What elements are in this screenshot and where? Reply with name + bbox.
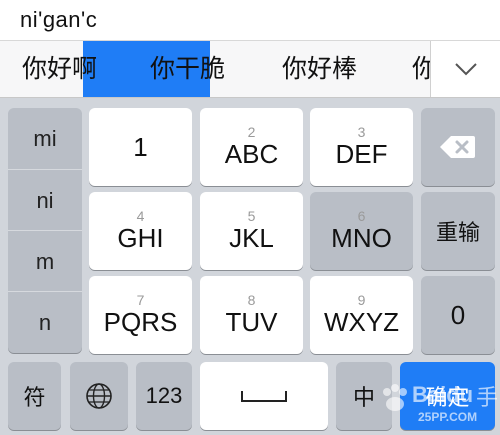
key-letters: DEF — [335, 139, 388, 169]
space-icon — [241, 391, 287, 402]
candidate-item[interactable]: 你好啊 — [22, 41, 97, 97]
key-5[interactable]: 5 JKL — [200, 192, 303, 270]
pinyin-option[interactable]: mi — [8, 108, 82, 169]
key-digit: 3 — [357, 124, 366, 140]
language-label: 中 — [352, 386, 375, 411]
globe-icon — [86, 383, 112, 409]
key-letters: PQRS — [103, 307, 178, 337]
key-digit: 6 — [357, 208, 366, 224]
key-letters: MNO — [331, 223, 392, 253]
key-6[interactable]: 6 MNO — [310, 192, 413, 270]
key-letters: 0 — [450, 300, 466, 330]
key-9[interactable]: 9 WXYZ — [310, 276, 413, 354]
space-bar[interactable] — [200, 362, 328, 430]
key-digit: 7 — [136, 292, 145, 308]
candidate-item[interactable]: 你 — [412, 41, 432, 97]
symbols-button[interactable]: 符 — [8, 362, 61, 430]
pinyin-column: mi ni m n — [8, 108, 82, 353]
symbols-label: 符 — [23, 386, 46, 411]
key-letters: TUV — [225, 307, 278, 337]
candidate-bar: 你好啊 你干脆 你好棒 你 — [0, 40, 500, 98]
expand-candidates-button[interactable] — [430, 41, 500, 97]
key-4[interactable]: 4 GHI — [89, 192, 192, 270]
key-letters: GHI — [117, 223, 164, 253]
chevron-down-icon — [454, 63, 477, 76]
key-digit: 9 — [357, 292, 366, 308]
key-letters: ABC — [224, 139, 279, 169]
globe-button[interactable] — [70, 362, 128, 430]
key-2[interactable]: 2 ABC — [200, 108, 303, 186]
confirm-button[interactable]: 确定 — [400, 362, 495, 430]
candidate-item[interactable]: 你好棒 — [282, 41, 357, 97]
pinyin-option[interactable]: m — [8, 230, 82, 292]
backspace-button[interactable] — [421, 108, 495, 186]
pinyin-option[interactable]: ni — [8, 169, 82, 231]
key-digit: 8 — [247, 292, 256, 308]
candidate-item[interactable]: 你干脆 — [150, 41, 225, 97]
backspace-icon — [440, 136, 475, 158]
numbers-label: 123 — [145, 383, 183, 408]
key-digit: 2 — [247, 124, 256, 140]
numbers-button[interactable]: 123 — [136, 362, 192, 430]
key-letters: WXYZ — [323, 307, 400, 337]
composition-text: ni'gan'c — [20, 7, 98, 32]
key-letters: JKL — [229, 223, 274, 253]
language-switch-button[interactable]: 中 — [336, 362, 392, 430]
key-0[interactable]: 0 — [421, 276, 495, 354]
key-8[interactable]: 8 TUV — [200, 276, 303, 354]
key-7[interactable]: 7 PQRS — [89, 276, 192, 354]
reinput-button[interactable]: 重输 — [421, 192, 495, 270]
key-3[interactable]: 3 DEF — [310, 108, 413, 186]
pinyin-option[interactable]: n — [8, 291, 82, 353]
key-1[interactable]: 1 — [89, 108, 192, 186]
composition-bar: ni'gan'c — [0, 0, 500, 40]
reinput-label: 重输 — [435, 221, 480, 246]
key-digit: 4 — [136, 208, 145, 224]
confirm-label: 确定 — [425, 386, 470, 411]
key-letters: 1 — [133, 132, 148, 162]
key-digit: 5 — [247, 208, 256, 224]
